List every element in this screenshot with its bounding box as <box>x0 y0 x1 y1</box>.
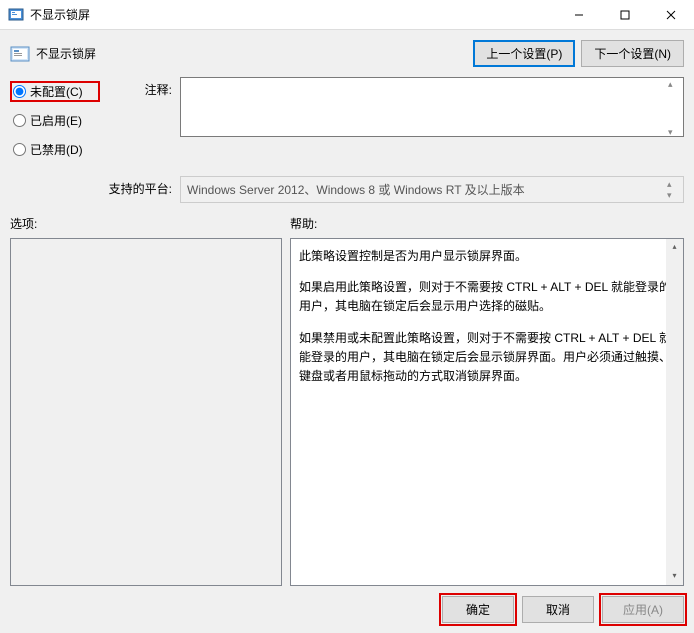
platform-row: 支持的平台: Windows Server 2012、Windows 8 或 W… <box>10 176 684 203</box>
next-setting-button[interactable]: 下一个设置(N) <box>581 40 684 67</box>
radio-disabled-input[interactable] <box>13 143 26 156</box>
platforms-text: Windows Server 2012、Windows 8 或 Windows … <box>187 183 525 197</box>
radio-disabled[interactable]: 已禁用(D) <box>10 139 100 160</box>
scroll-up-icon[interactable]: ▴ <box>666 239 683 256</box>
radio-enabled[interactable]: 已启用(E) <box>10 110 100 131</box>
close-button[interactable] <box>648 0 694 30</box>
minimize-button[interactable] <box>556 0 602 30</box>
prev-setting-button[interactable]: 上一个设置(P) <box>473 40 575 67</box>
footer: 确定 取消 应用(A) <box>10 586 684 623</box>
config-row: 未配置(C) 已启用(E) 已禁用(D) 注释: ▴▾ <box>10 77 684 168</box>
mid-labels: 选项: 帮助: <box>10 215 684 232</box>
radio-not-configured[interactable]: 未配置(C) <box>10 81 100 102</box>
help-label: 帮助: <box>290 215 684 232</box>
cancel-button[interactable]: 取消 <box>522 596 594 623</box>
help-panel: 此策略设置控制是否为用户显示锁屏界面。 如果启用此策略设置，则对于不需要按 CT… <box>290 238 684 586</box>
app-icon <box>8 7 24 23</box>
comment-scroll: ▴▾ <box>668 79 682 138</box>
help-scrollbar[interactable]: ▴ ▾ <box>666 239 683 585</box>
dialog-content: 不显示锁屏 上一个设置(P) 下一个设置(N) 未配置(C) 已启用(E) 已禁… <box>0 30 694 633</box>
platforms-label: 支持的平台: <box>100 176 180 197</box>
policy-icon <box>10 44 30 64</box>
radio-not-configured-input[interactable] <box>13 85 26 98</box>
options-label: 选项: <box>10 215 290 232</box>
scroll-track[interactable] <box>666 256 683 568</box>
policy-title: 不显示锁屏 <box>36 45 467 62</box>
header-row: 不显示锁屏 上一个设置(P) 下一个设置(N) <box>10 40 684 67</box>
radio-disabled-label: 已禁用(D) <box>30 141 83 158</box>
help-p2: 如果启用此策略设置，则对于不需要按 CTRL + ALT + DEL 就能登录的… <box>299 278 675 316</box>
maximize-button[interactable] <box>602 0 648 30</box>
scroll-down-icon[interactable]: ▾ <box>666 568 683 585</box>
comment-label: 注释: <box>100 77 180 168</box>
titlebar-title: 不显示锁屏 <box>30 6 556 23</box>
window-controls <box>556 0 694 30</box>
apply-button[interactable]: 应用(A) <box>602 596 684 623</box>
titlebar: 不显示锁屏 <box>0 0 694 30</box>
radio-enabled-label: 已启用(E) <box>30 112 82 129</box>
options-panel <box>10 238 282 586</box>
radio-group: 未配置(C) 已启用(E) 已禁用(D) <box>10 77 100 168</box>
radio-enabled-input[interactable] <box>13 114 26 127</box>
help-p1: 此策略设置控制是否为用户显示锁屏界面。 <box>299 247 675 266</box>
help-p3: 如果禁用或未配置此策略设置，则对于不需要按 CTRL + ALT + DEL 就… <box>299 329 675 387</box>
comment-textarea[interactable] <box>180 77 684 137</box>
comment-field-wrap: ▴▾ <box>180 77 684 168</box>
radio-not-configured-label: 未配置(C) <box>30 83 83 100</box>
platform-scroll: ▴▾ <box>667 179 681 200</box>
ok-button[interactable]: 确定 <box>442 596 514 623</box>
panels: 此策略设置控制是否为用户显示锁屏界面。 如果启用此策略设置，则对于不需要按 CT… <box>10 238 684 586</box>
platforms-box: Windows Server 2012、Windows 8 或 Windows … <box>180 176 684 203</box>
